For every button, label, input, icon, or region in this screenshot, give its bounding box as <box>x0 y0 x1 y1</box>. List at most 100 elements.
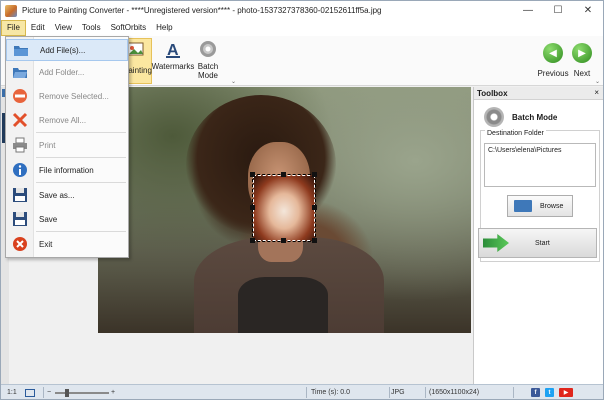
status-divider <box>425 387 426 398</box>
destination-folder-input[interactable]: C:\Users\elena\Pictures <box>484 143 596 187</box>
close-button[interactable]: ✕ <box>573 1 603 20</box>
menu-item-save-as[interactable]: Save as... <box>6 184 128 206</box>
status-divider <box>306 387 307 398</box>
info-icon <box>12 162 28 178</box>
menu-item-add-files[interactable]: Add File(s)... <box>6 39 128 61</box>
title-bar: Picture to Painting Converter - ****Unre… <box>1 1 603 20</box>
menu-bar: File Edit View Tools SoftOrbits Help <box>1 20 603 36</box>
menu-item-file-information[interactable]: File information <box>6 159 128 181</box>
watermarks-label: Watermarks <box>151 62 195 71</box>
selection-handle[interactable] <box>312 205 317 210</box>
menu-item-remove-all[interactable]: Remove All... <box>6 109 128 131</box>
menu-item-add-folder[interactable]: Add Folder... <box>6 61 128 83</box>
zoom-slider-thumb[interactable] <box>65 388 69 397</box>
save-icon <box>12 211 28 227</box>
print-icon <box>12 137 28 153</box>
menu-softorbits[interactable]: SoftOrbits <box>106 20 152 36</box>
fit-screen-icon[interactable] <box>25 385 35 400</box>
watermarks-button[interactable]: A Watermarks <box>151 38 195 71</box>
minimize-button[interactable]: — <box>513 1 543 20</box>
status-divider <box>513 387 514 398</box>
remove-all-icon <box>12 112 28 128</box>
browse-button[interactable]: Browse <box>507 195 573 217</box>
maximize-button[interactable]: ☐ <box>543 1 573 20</box>
menu-separator <box>36 157 126 158</box>
menu-item-print[interactable]: Print <box>6 134 128 156</box>
start-button[interactable]: Start <box>478 228 597 258</box>
facebook-icon[interactable]: f <box>531 388 540 397</box>
menu-item-remove-selected[interactable]: Remove Selected... <box>6 85 128 107</box>
selection-handle[interactable] <box>281 238 286 243</box>
photo-top-region <box>238 277 328 333</box>
add-folder-icon <box>12 64 28 80</box>
destination-folder-label: Destination Folder <box>485 130 546 137</box>
menu-view[interactable]: View <box>50 20 77 36</box>
menu-label: Exit <box>39 239 53 249</box>
ribbon-expand-icon-right[interactable]: ⌄ <box>595 78 600 85</box>
processing-time: Time (s): 0.0 <box>311 389 351 396</box>
app-window: Picture to Painting Converter - ****Unre… <box>0 0 604 400</box>
batch-label-1: Batch <box>197 62 219 71</box>
batch-mode-label: Batch Mode <box>512 112 558 122</box>
menu-label: Add Folder... <box>39 67 85 77</box>
menu-edit[interactable]: Edit <box>26 20 50 36</box>
selection-handle[interactable] <box>250 205 255 210</box>
menu-label: File information <box>39 165 94 175</box>
exit-icon <box>12 236 28 252</box>
menu-item-exit[interactable]: Exit <box>6 233 128 255</box>
selection-handle[interactable] <box>250 238 255 243</box>
toolbox-header-label: Toolbox <box>477 88 508 98</box>
ribbon-expand-icon[interactable]: ⌄ <box>231 78 236 85</box>
selection-handle[interactable] <box>250 172 255 177</box>
status-bar: 1:1 − + Time (s): 0.0 JPG (1650x1100x24)… <box>1 384 603 399</box>
zoom-out-button[interactable]: − <box>47 385 51 400</box>
menu-tools[interactable]: Tools <box>77 20 106 36</box>
folder-icon <box>514 200 532 212</box>
previous-button[interactable]: ◀ Previous <box>537 38 569 78</box>
image-format: JPG <box>391 389 405 396</box>
save-as-icon <box>12 187 28 203</box>
menu-label: Add File(s)... <box>40 45 86 55</box>
zoom-slider[interactable] <box>55 385 109 400</box>
toolbox-close-icon[interactable]: × <box>594 88 599 97</box>
menu-label: Remove All... <box>39 115 87 125</box>
add-file-icon <box>13 42 29 58</box>
watermark-icon: A <box>162 38 184 60</box>
browse-label: Browse <box>540 202 564 210</box>
previous-label: Previous <box>537 69 569 78</box>
toolbox-panel: Toolbox × Batch Mode Destination Folder … <box>473 87 603 384</box>
batch-label-2: Mode <box>197 71 218 80</box>
batch-mode-title: Batch Mode <box>484 107 557 127</box>
start-label: Start <box>535 239 550 247</box>
painting-selection[interactable] <box>252 174 316 242</box>
zoom-ratio-button[interactable]: 1:1 <box>7 385 17 400</box>
menu-label: Print <box>39 140 56 150</box>
social-links: f t ▶ <box>531 385 578 400</box>
selection-handle[interactable] <box>281 172 286 177</box>
photo-preview[interactable] <box>98 87 471 333</box>
arrow-left-icon: ◀ <box>543 43 563 63</box>
selection-handle[interactable] <box>312 238 317 243</box>
twitter-icon[interactable]: t <box>545 388 554 397</box>
app-logo-icon <box>5 4 17 17</box>
start-arrow-icon <box>483 234 509 252</box>
zoom-in-button[interactable]: + <box>111 385 115 400</box>
window-controls: — ☐ ✕ <box>513 1 603 20</box>
youtube-icon[interactable]: ▶ <box>559 388 573 397</box>
menu-item-save[interactable]: Save <box>6 208 128 230</box>
toolbox-header: Toolbox <box>474 87 603 100</box>
status-divider <box>43 387 44 398</box>
remove-selected-icon <box>12 88 28 104</box>
next-button[interactable]: ▶ Next <box>569 38 595 78</box>
menu-file[interactable]: File <box>1 20 26 36</box>
menu-help[interactable]: Help <box>151 20 177 36</box>
menu-separator <box>36 132 126 133</box>
selection-handle[interactable] <box>312 172 317 177</box>
menu-label: Remove Selected... <box>39 91 109 101</box>
gear-icon <box>197 38 219 60</box>
menu-label: Save <box>39 214 58 224</box>
batch-mode-button[interactable]: Batch Mode <box>195 38 221 80</box>
image-dimensions: (1650x1100x24) <box>429 389 480 396</box>
arrow-right-icon: ▶ <box>572 43 592 63</box>
file-menu-dropdown: Add File(s)... Add Folder... Remove Sele… <box>5 36 129 258</box>
